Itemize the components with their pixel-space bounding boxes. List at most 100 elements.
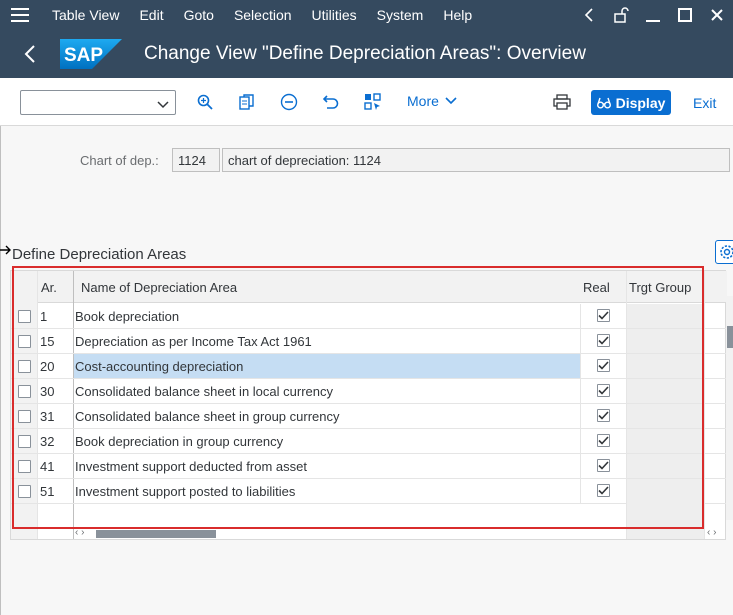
table-row[interactable]: 1 Book depreciation [11,304,727,329]
chevron-left-icon[interactable] [573,0,605,30]
real-checkbox[interactable] [597,309,610,322]
row-select-checkbox[interactable] [18,485,31,498]
menu-utilities[interactable]: Utilities [312,7,357,23]
section-title: Define Depreciation Areas [12,246,187,263]
display-button[interactable]: Display [591,90,671,115]
cell-area-number: 1 [40,309,48,324]
cell-area-name[interactable]: Consolidated balance sheet in group curr… [74,404,581,428]
row-select-checkbox[interactable] [18,310,31,323]
cell-area-name[interactable]: Book depreciation [74,304,581,328]
delete-icon[interactable] [278,91,300,113]
menu-table-view[interactable]: Table View [52,7,119,23]
cell-area-name[interactable]: Depreciation as per Income Tax Act 1961 [74,329,581,353]
command-field[interactable] [20,90,176,115]
cell-area-number: 15 [40,334,55,349]
checkmark-icon [598,436,609,445]
cell-area-name[interactable]: Consolidated balance sheet in local curr… [74,379,581,403]
row-select-checkbox[interactable] [18,460,31,473]
more-button[interactable]: More [407,93,457,109]
find-icon[interactable] [194,91,216,113]
cell-trgt-group [626,304,704,328]
cell-area-name[interactable]: Investment support deducted from asset [74,454,581,478]
row-select-checkbox[interactable] [18,385,31,398]
real-checkbox[interactable] [597,359,610,372]
menu-selection[interactable]: Selection [234,7,292,23]
menu-help[interactable]: Help [443,7,472,23]
hamburger-menu-icon[interactable] [0,0,40,30]
real-checkbox[interactable] [597,334,610,347]
menu-system[interactable]: System [377,7,424,23]
cell-real [580,429,626,453]
table-settings-button[interactable] [715,240,733,264]
exit-button[interactable]: Exit [693,95,716,111]
row-select-checkbox[interactable] [18,360,31,373]
col-header-name[interactable]: Name of Depreciation Area [81,280,237,295]
cell-real [580,454,626,478]
col-header-ar[interactable]: Ar. [41,280,57,295]
table-row[interactable]: 31 Consolidated balance sheet in group cu… [11,404,727,429]
svg-text:SAP: SAP [64,45,103,66]
copy-icon[interactable] [236,91,258,113]
cell-trgt-group [626,429,704,453]
cell-trgt-group [626,379,704,403]
vertical-scrollbar[interactable] [726,296,733,520]
scroll-left-right-icon[interactable]: ‹ › [707,527,716,538]
real-checkbox[interactable] [597,434,610,447]
checkmark-icon [598,361,609,370]
back-arrow-icon[interactable] [0,30,60,78]
chart-of-dep-label: Chart of dep.: [80,153,159,168]
maximize-icon[interactable] [669,0,701,30]
chevron-down-icon [445,97,457,105]
real-checkbox[interactable] [597,459,610,472]
horizontal-scrollbar-thumb[interactable] [96,530,216,538]
cell-area-number: 32 [40,434,55,449]
checkmark-icon [598,386,609,395]
cell-trgt-group [626,329,704,353]
more-label: More [407,93,439,109]
col-header-real[interactable]: Real [583,280,610,295]
select-blocks-icon[interactable] [362,91,384,113]
close-icon[interactable] [701,0,733,30]
row-select-checkbox[interactable] [18,335,31,348]
table-row[interactable]: 51 Investment support posted to liabiliti… [11,479,727,504]
cell-area-number: 51 [40,484,55,499]
real-checkbox[interactable] [597,484,610,497]
print-icon[interactable] [551,91,573,113]
row-select-checkbox[interactable] [18,435,31,448]
row-select-checkbox[interactable] [18,410,31,423]
real-checkbox[interactable] [597,384,610,397]
chart-of-dep-description-field: chart of depreciation: 1124 [222,148,730,172]
scroll-thumb[interactable] [727,326,733,348]
col-header-trgt-group[interactable]: Trgt Group [629,280,691,295]
minimize-icon[interactable] [637,0,669,30]
cell-area-name[interactable]: Cost-accounting depreciation [74,354,581,378]
cell-real [580,329,626,353]
cell-area-name[interactable]: Investment support posted to liabilities [74,479,581,503]
table-row[interactable]: 41 Investment support deducted from asset [11,454,727,479]
checkmark-icon [598,311,609,320]
cell-trgt-group [626,479,704,503]
real-checkbox[interactable] [597,409,610,422]
menu-goto[interactable]: Goto [184,7,214,23]
undo-icon[interactable] [320,91,342,113]
chevron-down-icon[interactable] [157,97,169,112]
table-row[interactable]: 15 Depreciation as per Income Tax Act 196… [11,329,727,354]
table-row[interactable]: 32 Book depreciation in group currency [11,429,727,454]
cell-real [580,404,626,428]
cell-area-name[interactable]: Book depreciation in group currency [74,429,581,453]
table-row[interactable]: 20 Cost-accounting depreciation [11,354,727,379]
cell-area-number: 30 [40,384,55,399]
cell-real [580,304,626,328]
cell-trgt-group [626,404,704,428]
cell-real [580,479,626,503]
cell-real [580,379,626,403]
checkmark-icon [598,336,609,345]
table-row[interactable]: 30 Consolidated balance sheet in local cu… [11,379,727,404]
unlock-icon[interactable] [605,0,637,30]
cell-area-number: 41 [40,459,55,474]
title-bar: SAP Change View "Define Depreciation Are… [0,30,733,78]
cell-area-number: 31 [40,409,55,424]
menu-edit[interactable]: Edit [139,7,163,23]
scroll-left-right-icon[interactable]: ‹ › [75,527,84,538]
gear-icon [720,245,733,259]
